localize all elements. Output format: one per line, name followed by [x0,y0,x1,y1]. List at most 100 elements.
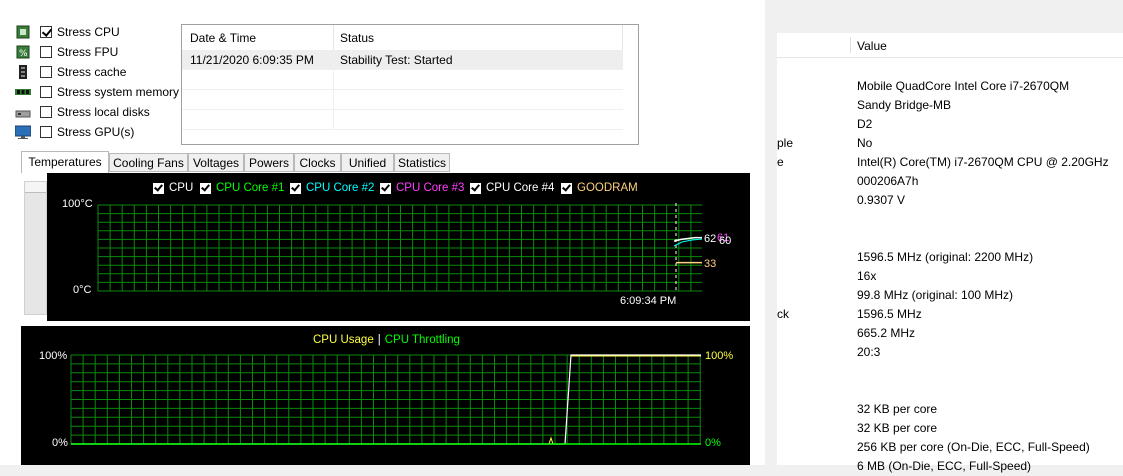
stress-gpu-option[interactable]: Stress GPU(s) [15,122,134,142]
log-header: Date & Time Status [182,25,638,51]
property-value: 1596.5 MHz (original: 2200 MHz) [857,250,1034,264]
property-value: 20:3 [857,345,881,359]
legend-label: GOODRAM [577,182,638,194]
tab-statistics[interactable]: Statistics [394,153,450,172]
log-datetime: 11/21/2020 6:09:35 PM [190,53,314,67]
datetime-column-header[interactable]: Date & Time [190,31,256,45]
log-row[interactable]: 11/21/2020 6:09:35 PM Stability Test: St… [182,50,623,70]
cpu-usage-legend: CPU Usage [313,334,374,346]
log-row-empty [182,90,623,110]
panel-separator [765,0,777,465]
property-value: 0.9307 V [857,193,906,207]
reading-label: 33 [704,258,717,270]
property-field: ple [777,136,794,150]
stress-cache-option[interactable]: Stress cache [15,62,126,82]
legend-checkbox[interactable] [470,182,481,194]
stress-disks-label: Stress local disks [57,105,150,119]
cpu-throttling-legend: CPU Throttling [384,334,460,346]
disk-icon [15,105,31,119]
stress-cache-checkbox[interactable] [40,66,52,78]
property-value: Intel(R) Core(TM) i7-2670QM CPU @ 2.20GH… [857,155,1109,169]
value-column-header[interactable]: Value [857,39,887,53]
legend-label: CPU Core #4 [486,182,555,194]
legend-cpu-core-1[interactable]: CPU Core #1 [200,182,284,194]
log-scrollbar[interactable] [623,50,638,144]
legend-goodram[interactable]: GOODRAM [561,182,638,194]
legend-cpu[interactable]: CPU [153,182,193,194]
slider-thumb[interactable] [25,182,46,193]
cpu-icon [15,25,31,39]
stress-disks-option[interactable]: Stress local disks [15,102,150,122]
cpu-usage-spike [548,436,554,445]
legend-checkbox[interactable] [200,182,211,194]
property-value: Mobile QuadCore Intel Core i7-2670QM [857,79,1070,93]
stress-cpu-label: Stress CPU [57,25,120,39]
log-row-empty [182,70,623,90]
property-value: 665.2 MHz [857,326,916,340]
legend-cpu-core-2[interactable]: CPU Core #2 [290,182,374,194]
legend-checkbox[interactable] [561,182,572,194]
stress-cache-label: Stress cache [57,65,127,79]
stress-disks-checkbox[interactable] [40,106,52,118]
legend-checkbox[interactable] [153,182,164,194]
stress-fpu-label: Stress FPU [57,45,119,59]
legend-label: CPU Core #3 [396,182,465,194]
stress-fpu-option[interactable]: % Stress FPU [15,42,118,62]
log-status: Stability Test: Started [340,53,453,67]
legend-label: CPU Core #2 [306,182,375,194]
temperature-graph: CPU CPU Core #1 CPU Core #2 CPU Core #3 … [47,173,750,321]
tab-clocks[interactable]: Clocks [294,153,341,172]
property-value: 99.8 MHz (original: 100 MHz) [857,288,1014,302]
status-column-header[interactable]: Status [340,31,374,45]
tab-unified[interactable]: Unified [341,153,394,172]
tab-cooling-fans[interactable]: Cooling Fans [109,153,188,172]
stability-test-panel: Stress CPU % Stress FPU Stress cache Str… [0,0,765,465]
legend-label: CPU Core #1 [216,182,285,194]
legend-separator: | [377,334,381,346]
device-properties-panel: Value Mobile QuadCore Intel Core i7-2670… [777,0,1123,473]
property-value: 6 MB (On-Die, ECC, Full-Speed) [857,459,1032,473]
properties-header: Value [777,33,1123,58]
temp-time-label: 6:09:34 PM [620,295,677,307]
fpu-icon: % [15,45,31,59]
stress-cpu-checkbox[interactable] [40,26,52,38]
svg-text:%: % [19,49,28,59]
property-value: 1596.5 MHz [857,307,922,321]
cpu-usage-plot [70,354,701,445]
property-field: ck [777,307,789,321]
tab-temperatures[interactable]: Temperatures [21,151,109,173]
legend-cpu-core-4[interactable]: CPU Core #4 [470,182,554,194]
property-value: 32 KB per core [857,402,938,416]
graph-scroll-slider[interactable] [24,181,47,315]
tab-voltages[interactable]: Voltages [188,153,244,172]
property-value: 256 KB per core (On-Die, ECC, Full-Speed… [857,440,1090,454]
stress-gpu-checkbox[interactable] [40,126,52,138]
stress-cpu-option[interactable]: Stress CPU [15,22,120,42]
legend-checkbox[interactable] [380,182,391,194]
temp-y-min-label: 0°C [73,284,92,296]
property-value: Sandy Bridge-MB [857,98,952,112]
usage-legend: CPU Usage | CPU Throttling [313,334,460,346]
properties-toolbar [777,0,1123,33]
log-row-empty [182,110,623,130]
gpu-icon [15,125,31,139]
stress-memory-checkbox[interactable] [40,86,52,98]
stress-fpu-checkbox[interactable] [40,46,52,58]
property-value: No [857,136,873,150]
legend-cpu-core-3[interactable]: CPU Core #3 [380,182,464,194]
legend-checkbox[interactable] [290,182,301,194]
tab-powers[interactable]: Powers [244,153,294,172]
legend-label: CPU [169,182,194,194]
stress-memory-option[interactable]: Stress system memory [15,82,179,102]
property-value: 32 KB per core [857,421,938,435]
status-log-table[interactable]: Date & Time Status 11/21/2020 6:09:35 PM… [181,24,639,145]
usage-y-max-label: 100% [39,350,68,362]
usage-right-max-label: 100% [705,350,734,362]
memory-icon [15,85,31,99]
property-value: 000206A7h [857,174,919,188]
temp-y-max-label: 100°C [62,198,93,210]
property-value: 16x [857,269,877,283]
cpu-usage-graph: CPU Usage | CPU Throttling 100% 0% 100% … [21,326,750,465]
stress-memory-label: Stress system memory [57,85,180,99]
usage-y-min-label: 0% [52,437,68,449]
